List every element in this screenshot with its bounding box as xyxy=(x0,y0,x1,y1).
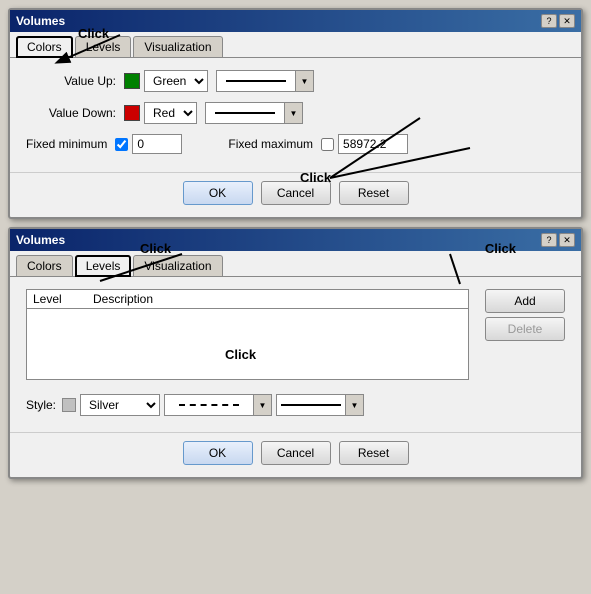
value-up-color-wrapper: Green xyxy=(124,70,208,92)
reset-button-2[interactable]: Reset xyxy=(339,441,409,465)
style-line-preview-1 xyxy=(164,394,254,416)
tab-visualization-2[interactable]: Visualization xyxy=(133,255,222,276)
fixed-max-checkbox[interactable] xyxy=(321,138,334,151)
tab-colors-1[interactable]: Colors xyxy=(16,36,73,58)
style-color-swatch xyxy=(62,398,76,412)
value-down-line-preview xyxy=(205,102,285,124)
close-button-1[interactable]: ✕ xyxy=(559,14,575,28)
dialog-1-body: Value Up: Green ▼ Value Down: xyxy=(10,58,581,168)
cancel-button-2[interactable]: Cancel xyxy=(261,441,331,465)
desc-col-header: Description xyxy=(93,292,462,306)
dialog-1: Click Click Volumes ? ✕ Colors L xyxy=(8,8,583,219)
fixed-row: Fixed minimum Fixed maximum xyxy=(26,134,565,154)
value-up-color-dot xyxy=(124,73,140,89)
fixed-min-group: Fixed minimum xyxy=(26,134,182,154)
tab-colors-2[interactable]: Colors xyxy=(16,255,73,276)
title-bar-buttons-1: ? ✕ xyxy=(541,14,575,28)
dialog-2-title: Volumes xyxy=(16,233,65,247)
style-line-2-wrapper: ▼ xyxy=(276,394,364,416)
ok-button-2[interactable]: OK xyxy=(183,441,253,465)
fixed-min-label: Fixed minimum xyxy=(26,137,107,151)
help-button-2[interactable]: ? xyxy=(541,233,557,247)
levels-table: Level Description xyxy=(26,289,469,380)
value-up-line-wrapper: ▼ xyxy=(216,70,314,92)
style-line-2-dropdown[interactable]: ▼ xyxy=(346,394,364,416)
levels-table-area: Level Description xyxy=(26,289,469,386)
close-button-2[interactable]: ✕ xyxy=(559,233,575,247)
style-label: Style: xyxy=(26,398,56,412)
delete-button[interactable]: Delete xyxy=(485,317,565,341)
style-line-1-dropdown[interactable]: ▼ xyxy=(254,394,272,416)
style-dashed-line xyxy=(179,404,239,406)
click-annotation-1: Click xyxy=(78,26,109,41)
dialog-2-body: Level Description Add Delete Style: xyxy=(10,277,581,428)
value-up-label: Value Up: xyxy=(26,74,116,88)
style-row: Style: Silver ▼ ▼ xyxy=(26,390,565,420)
value-up-row: Value Up: Green ▼ xyxy=(26,70,565,92)
levels-main: Level Description Add Delete xyxy=(26,289,565,386)
help-button-1[interactable]: ? xyxy=(541,14,557,28)
value-up-line-dropdown[interactable]: ▼ xyxy=(296,70,314,92)
tab-levels-2[interactable]: Levels xyxy=(75,255,132,277)
fixed-min-checkbox[interactable] xyxy=(115,138,128,151)
value-up-line-preview xyxy=(216,70,296,92)
add-button[interactable]: Add xyxy=(485,289,565,313)
value-up-line-solid xyxy=(226,80,286,82)
fixed-max-input[interactable] xyxy=(338,134,408,154)
value-down-color-dot xyxy=(124,105,140,121)
main-wrapper: Click Click Volumes ? ✕ Colors L xyxy=(0,8,591,479)
level-col-header: Level xyxy=(33,292,93,306)
value-down-line-solid xyxy=(215,112,275,114)
levels-header: Level Description xyxy=(27,290,468,309)
click-annotation-2: Click xyxy=(300,170,331,185)
levels-side-buttons: Add Delete xyxy=(485,289,565,386)
value-down-line-dropdown[interactable]: ▼ xyxy=(285,102,303,124)
dialog-1-title: Volumes xyxy=(16,14,65,28)
tab-visualization-1[interactable]: Visualization xyxy=(133,36,222,57)
levels-body xyxy=(27,309,468,379)
dialog-1-footer: OK Cancel Reset xyxy=(10,172,581,217)
value-down-label: Value Down: xyxy=(26,106,116,120)
style-solid-line xyxy=(281,404,341,406)
ok-button-1[interactable]: OK xyxy=(183,181,253,205)
fixed-min-input[interactable] xyxy=(132,134,182,154)
value-up-color-select[interactable]: Green xyxy=(144,70,208,92)
value-down-color-wrapper: Red xyxy=(124,102,197,124)
title-bar-buttons-2: ? ✕ xyxy=(541,233,575,247)
style-line-preview-2 xyxy=(276,394,346,416)
value-down-color-select[interactable]: Red xyxy=(144,102,197,124)
value-down-line-wrapper: ▼ xyxy=(205,102,303,124)
dialog-2-footer: OK Cancel Reset xyxy=(10,432,581,477)
click-annotation-add: Click xyxy=(485,241,516,256)
click-annotation-levels: Click xyxy=(140,241,171,256)
click-annotation-style: Click xyxy=(225,347,256,362)
value-down-row: Value Down: Red ▼ xyxy=(26,102,565,124)
style-color-select[interactable]: Silver xyxy=(80,394,160,416)
dialog-2: Click Click Click Volumes ? ✕ Colors Lev… xyxy=(8,227,583,479)
style-line-1-wrapper: ▼ xyxy=(164,394,272,416)
reset-button-1[interactable]: Reset xyxy=(339,181,409,205)
fixed-max-group: Fixed maximum xyxy=(228,134,408,154)
fixed-max-label: Fixed maximum xyxy=(228,137,313,151)
